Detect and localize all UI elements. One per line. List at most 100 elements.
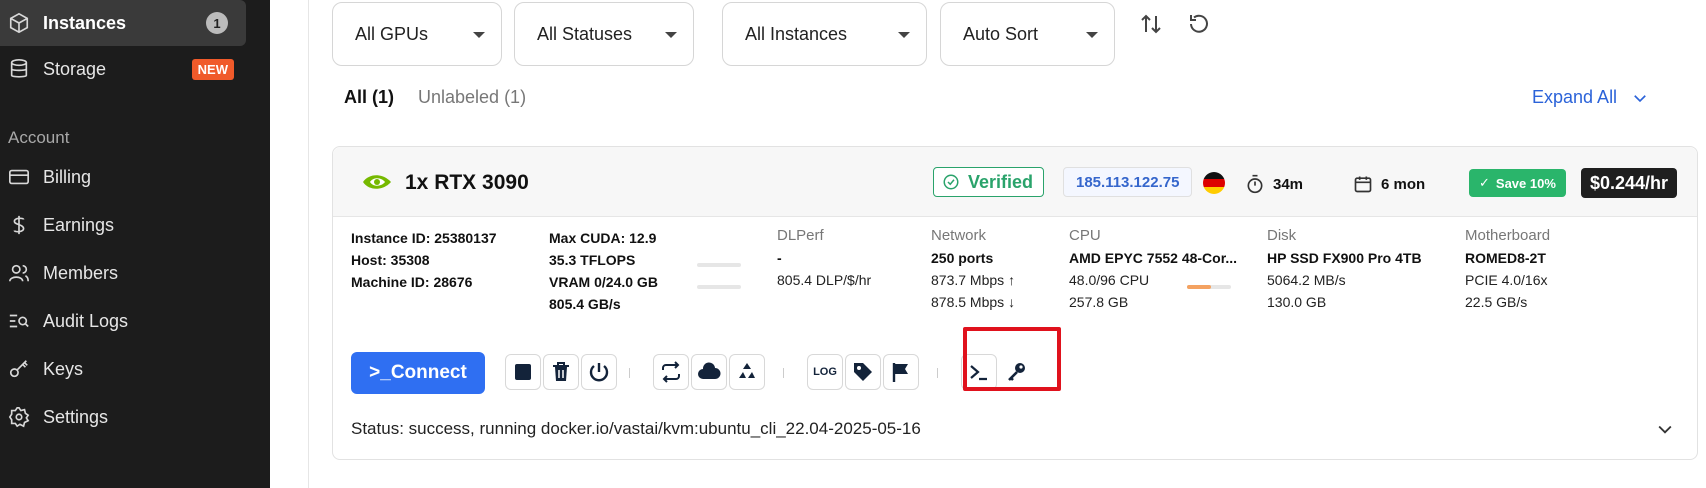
sidebar-item-keys[interactable]: Keys [0,346,246,392]
chevron-down-icon [1658,425,1672,434]
price-badge: $0.244/hr [1581,168,1678,198]
separator [629,368,630,378]
ports: 250 ports [931,250,994,266]
status-filter-value: All Statuses [537,23,633,44]
sidebar-item-billing[interactable]: Billing [0,154,246,200]
sidebar-item-audit-logs[interactable]: Audit Logs [0,298,246,344]
motherboard-column: Motherboard ROMED8-2T PCIE 4.0/16x 22.5 … [1465,225,1550,313]
instances-count-badge: 1 [206,12,228,34]
chevron-down-icon [473,32,485,38]
sidebar-item-earnings[interactable]: Earnings [0,202,246,248]
vram: VRAM 0/24.0 GB [549,274,658,290]
sidebar-item-settings[interactable]: Settings [0,394,246,440]
chevron-down-icon [1086,32,1098,38]
cloud-icon [698,362,721,379]
tag-icon [854,363,872,381]
duration-value: 6 mon [1381,175,1426,193]
check-icon: ✓ [1479,175,1490,190]
chevron-down-icon [665,32,677,38]
dlperf-per-dollar: 805.4 DLP/$/hr [777,272,872,288]
sidebar: Instances 1 Storage NEW Account Billing … [0,0,270,488]
swap-icon [662,361,680,383]
rental-duration: 6 mon [1353,174,1425,194]
sort-order-icon[interactable] [1139,12,1163,36]
instance-filter-select[interactable]: All Instances [722,2,927,66]
tab-unlabeled[interactable]: Unlabeled (1) [418,87,526,108]
sidebar-item-label: Keys [43,358,84,379]
instance-card-header: 1x RTX 3090 Verified 185.113.122.75 34m … [333,147,1697,217]
sort-value: Auto Sort [963,23,1039,44]
stop-icon [515,364,531,380]
cube-icon [8,12,30,34]
network-label: Network [931,227,987,244]
motherboard-name: ROMED8-2T [1465,250,1546,266]
disk-label: Disk [1267,227,1297,244]
verified-badge: Verified [933,167,1045,197]
dollar-icon [8,214,30,236]
sidebar-item-label: Audit Logs [43,310,129,331]
expand-card-button[interactable] [1655,419,1675,439]
chevron-down-icon [898,32,910,38]
label-button[interactable] [845,354,881,390]
sidebar-item-instances[interactable]: Instances 1 [0,0,246,46]
disk-column: Disk HP SSD FX900 Pro 4TB 5064.2 MB/s 13… [1267,225,1422,313]
ip-address[interactable]: 185.113.122.75 [1063,167,1193,197]
sidebar-item-members[interactable]: Members [0,250,246,296]
cloud-sync-button[interactable] [691,354,727,390]
sidebar-item-label: Settings [43,406,109,427]
cpu-label: CPU [1069,227,1101,244]
dlperf-label: DLPerf [777,227,824,244]
machine-id: Machine ID: 28676 [351,274,473,290]
check-shield-icon [943,174,959,190]
cpu-name: AMD EPYC 7552 48-Cor... [1069,250,1238,266]
content-divider [308,0,309,488]
disk-size: 130.0 GB [1267,294,1327,310]
pcie-bandwidth: 22.5 GB/s [1465,294,1528,310]
recycle-button[interactable] [729,354,765,390]
instance-card: 1x RTX 3090 Verified 185.113.122.75 34m … [332,146,1698,460]
pcie: PCIE 4.0/16x [1465,272,1548,288]
refresh-icon[interactable] [1187,12,1211,36]
expand-all-label: Expand All [1532,87,1618,107]
gpu-filter-select[interactable]: All GPUs [332,2,502,66]
database-icon [8,58,30,80]
save-badge: ✓ Save 10% [1469,169,1566,197]
highlight-box [963,327,1061,391]
transfer-button[interactable] [653,354,689,390]
expand-all-button[interactable]: Expand All [1532,87,1649,108]
connect-button[interactable]: >_Connect [351,352,485,394]
uptime: 34m [1245,174,1303,194]
log-button[interactable]: LOG [807,354,843,390]
key-icon [8,358,30,380]
sort-select[interactable]: Auto Sort [940,2,1115,66]
gpu-filter-value: All GPUs [355,23,429,44]
arrow-down-icon: ↓ [1008,294,1016,310]
cpu-usage-bar [1187,285,1231,289]
delete-button[interactable] [543,354,579,390]
upload-speed: 873.7 Mbps ↑ [931,269,1015,291]
status-text: Status: success, running docker.io/vasta… [351,419,921,438]
report-button[interactable] [883,354,919,390]
sidebar-item-storage[interactable]: Storage NEW [0,46,246,92]
power-icon [589,363,609,382]
dlperf-value: - [777,250,782,266]
sidebar-item-label: Storage [43,58,107,79]
sidebar-item-label: Earnings [43,214,115,235]
tab-all[interactable]: All (1) [344,87,394,108]
gpu-specs-column: Max CUDA: 12.9 35.3 TFLOPS VRAM 0/24.0 G… [549,227,658,315]
power-button[interactable] [581,354,617,390]
tflops-bar [697,263,741,267]
gpu-title: 1x RTX 3090 [405,171,529,194]
nvidia-logo-icon [363,175,391,189]
instance-id: Instance ID: 25380137 [351,230,497,246]
save-label: Save 10% [1495,175,1556,191]
gear-icon [8,406,30,428]
stop-button[interactable] [505,354,541,390]
disk-speed: 5064.2 MB/s [1267,272,1346,288]
motherboard-label: Motherboard [1465,227,1551,244]
sidebar-item-label: Instances [43,12,127,33]
separator [783,368,784,378]
status-filter-select[interactable]: All Statuses [514,2,694,66]
search-list-icon [8,310,30,332]
vram-bar [697,285,741,289]
